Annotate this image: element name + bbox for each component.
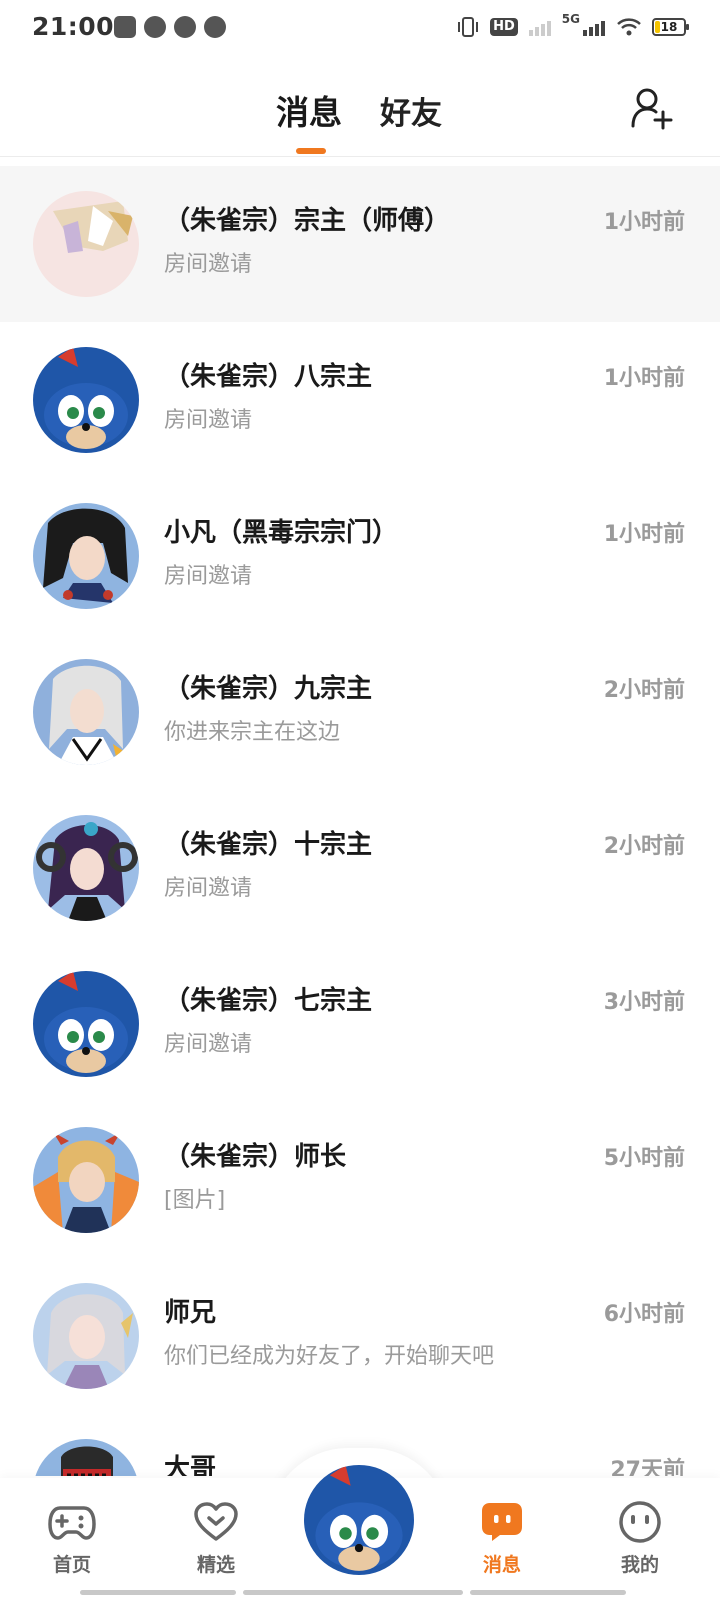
header-divider <box>0 156 720 157</box>
message-preview: 房间邀请 <box>164 252 253 277</box>
nav-label: 首页 <box>52 1554 91 1576</box>
message-item[interactable]: （朱雀宗）八宗主 房间邀请 1小时前 <box>0 322 720 478</box>
gesture-bar-right <box>470 1590 626 1595</box>
avatar <box>33 815 139 921</box>
cloud-icon <box>204 16 226 38</box>
contact-name: 小凡（黑毒宗宗门） <box>164 518 399 548</box>
message-item[interactable]: （朱雀宗）十宗主 房间邀请 2小时前 <box>0 790 720 946</box>
message-preview: 你进来宗主在这边 <box>164 720 341 745</box>
signal-strong-icon <box>583 21 605 36</box>
add-friend-button[interactable] <box>628 84 676 132</box>
message-item[interactable]: 师兄 你们已经成为好友了，开始聊天吧 6小时前 <box>0 1258 720 1414</box>
header: 消息 好友 <box>0 60 720 156</box>
status-indicators: HD 5G 18 <box>456 12 689 38</box>
gamepad-icon <box>48 1500 96 1544</box>
chat-bubble-icon <box>478 1500 526 1544</box>
heart-icon <box>192 1500 240 1544</box>
signal-weak-icon <box>528 21 551 36</box>
nav-label: 精选 <box>196 1554 235 1576</box>
message-preview: 你们已经成为好友了，开始聊天吧 <box>164 1344 495 1369</box>
message-time: 5小时前 <box>603 1146 685 1171</box>
contact-name: （朱雀宗）七宗主 <box>164 986 373 1016</box>
message-item[interactable]: （朱雀宗）九宗主 你进来宗主在这边 2小时前 <box>0 634 720 790</box>
contact-name: 大哥 <box>164 1454 217 1476</box>
active-tab-indicator <box>296 148 326 154</box>
message-time: 3小时前 <box>603 990 685 1015</box>
battery-level: 18 <box>660 20 678 34</box>
message-time: 27天前 <box>610 1458 685 1476</box>
message-item[interactable]: 小凡（黑毒宗宗门） 房间邀请 1小时前 <box>0 478 720 634</box>
nav-label: 消息 <box>482 1554 521 1576</box>
avatar <box>33 659 139 765</box>
battery-fill <box>655 21 661 33</box>
message-list[interactable]: （朱雀宗）宗主（师傅） 房间邀请 1小时前 （朱雀宗）八宗主 房间邀请 1小时前… <box>0 166 720 1476</box>
message-time: 1小时前 <box>603 522 685 547</box>
tab-friends[interactable]: 好友 <box>380 88 442 133</box>
contact-name: （朱雀宗）宗主（师傅） <box>164 206 451 236</box>
contact-name: （朱雀宗）师长 <box>164 1142 347 1172</box>
face-icon <box>616 1500 664 1544</box>
battery-icon: 18 <box>652 18 689 36</box>
contact-name: （朱雀宗）十宗主 <box>164 830 373 860</box>
contact-name: 师兄 <box>164 1298 217 1328</box>
message-preview: [图片] <box>164 1188 226 1213</box>
avatar <box>33 191 139 297</box>
tiktok-icon <box>114 16 136 38</box>
message-time: 6小时前 <box>603 1302 685 1327</box>
gesture-bar-center <box>243 1590 463 1595</box>
hd-voice-icon: HD <box>490 18 518 36</box>
message-preview: 房间邀请 <box>164 876 253 901</box>
nav-label: 我的 <box>620 1554 659 1576</box>
message-item[interactable]: （朱雀宗）师长 [图片] 5小时前 <box>0 1102 720 1258</box>
center-avatar-button[interactable] <box>304 1465 414 1575</box>
notification-icons <box>114 16 226 38</box>
status-time: 21:00 <box>32 12 115 41</box>
message-item[interactable]: （朱雀宗）七宗主 房间邀请 3小时前 <box>0 946 720 1102</box>
message-preview: 房间邀请 <box>164 408 253 433</box>
avatar <box>33 503 139 609</box>
add-person-icon <box>631 88 673 130</box>
nav-messages[interactable]: 消息 <box>452 1500 552 1577</box>
avatar <box>33 971 139 1077</box>
avatar <box>33 1283 139 1389</box>
message-preview: 房间邀请 <box>164 1032 253 1057</box>
status-bar: 21:00 HD 5G 18 <box>0 0 720 56</box>
wechat-icon <box>174 16 196 38</box>
avatar <box>33 347 139 453</box>
avatar <box>33 1439 139 1476</box>
nav-featured[interactable]: 精选 <box>166 1500 266 1577</box>
vibrate-icon <box>458 17 479 37</box>
message-time: 1小时前 <box>603 210 685 235</box>
signal-5g-label: 5G <box>561 12 580 26</box>
app-notification-icon <box>144 16 166 38</box>
wifi-icon <box>617 18 641 36</box>
nav-me[interactable]: 我的 <box>590 1500 690 1577</box>
avatar <box>33 1127 139 1233</box>
gesture-bar-left <box>80 1590 236 1595</box>
message-time: 2小时前 <box>603 834 685 859</box>
nav-home[interactable]: 首页 <box>22 1500 122 1577</box>
message-preview: 房间邀请 <box>164 564 253 589</box>
message-time: 2小时前 <box>603 678 685 703</box>
message-item[interactable]: （朱雀宗）宗主（师傅） 房间邀请 1小时前 <box>0 166 720 322</box>
contact-name: （朱雀宗）八宗主 <box>164 362 373 392</box>
tab-messages[interactable]: 消息 <box>276 86 342 134</box>
contact-name: （朱雀宗）九宗主 <box>164 674 373 704</box>
message-time: 1小时前 <box>603 366 685 391</box>
